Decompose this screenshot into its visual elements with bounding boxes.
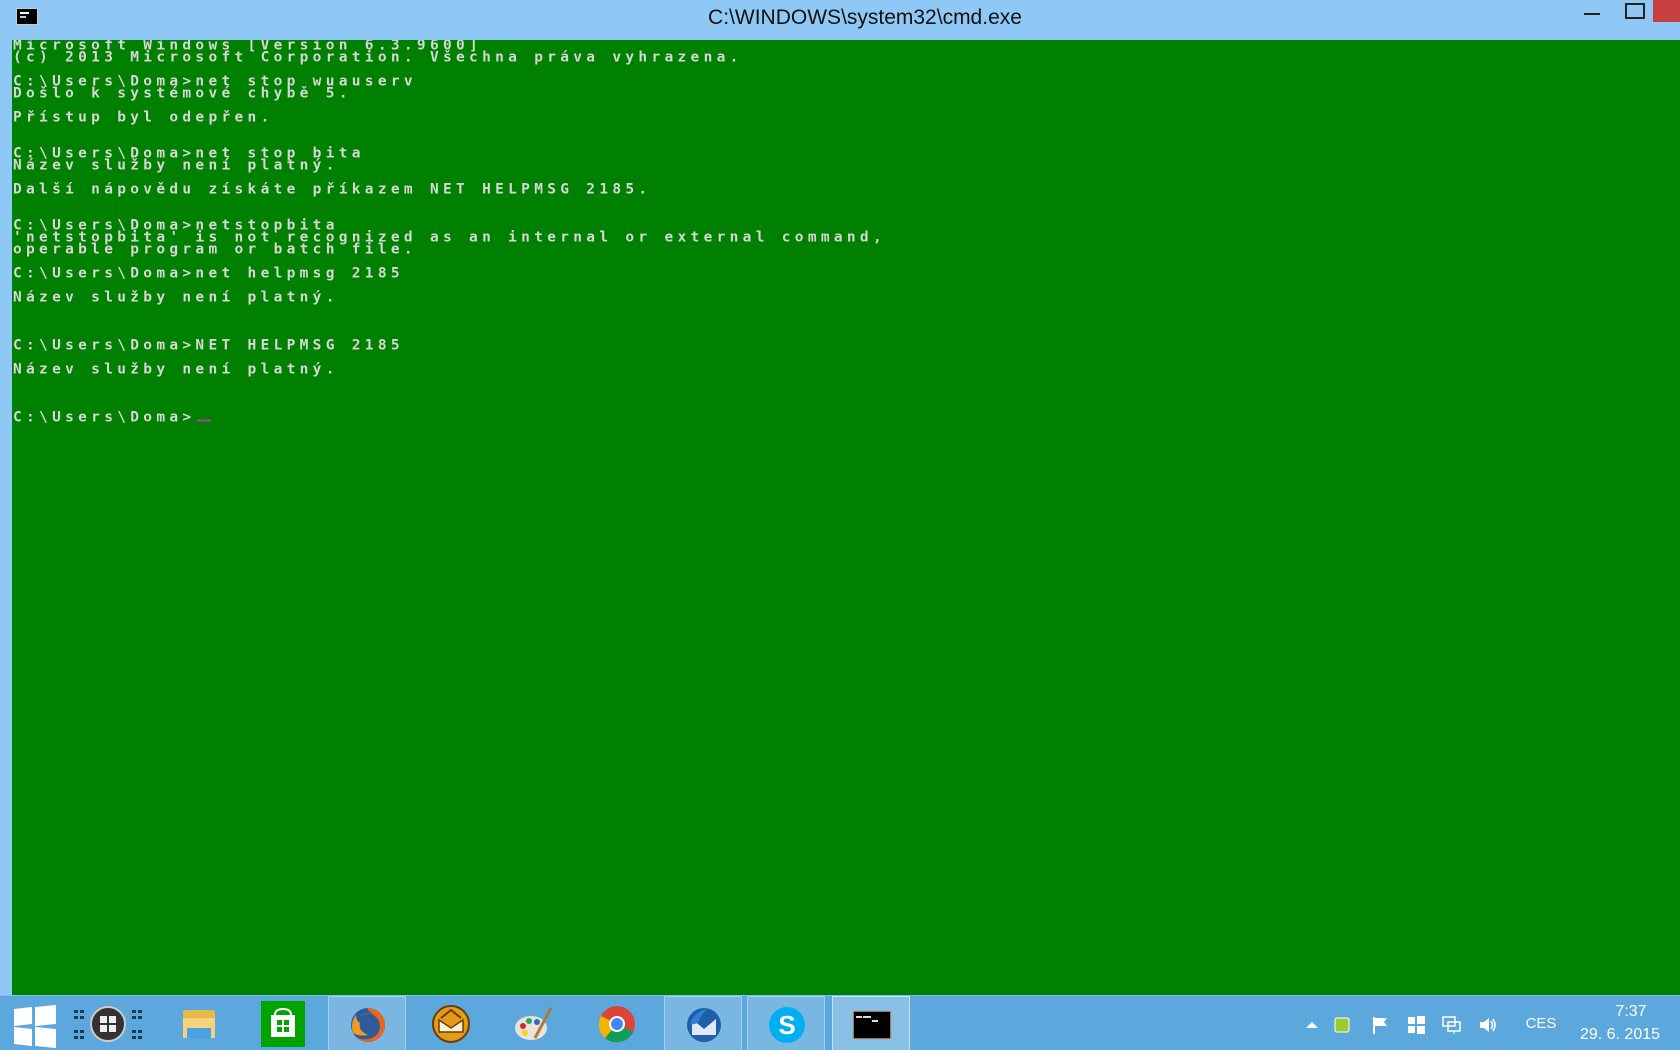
console-line: Došlo k systémové chybě 5. <box>13 86 352 102</box>
console-line: C:\Users\Doma>NET HELPMSG 2185 <box>13 338 404 354</box>
console-line: Další nápovědu získáte příkazem NET HELP… <box>13 182 652 198</box>
taskbar-paint[interactable] <box>494 996 572 1050</box>
network-icon[interactable] <box>1442 1016 1462 1034</box>
windows-update-icon[interactable] <box>1406 1016 1426 1034</box>
svg-text:S: S <box>778 1010 795 1040</box>
task-view-icon <box>74 1006 142 1042</box>
taskbar-skype[interactable]: S <box>747 996 825 1050</box>
taskbar-firefox[interactable] <box>328 996 406 1050</box>
console-line: Název služby není platný. <box>13 290 339 306</box>
taskbar-store[interactable] <box>243 996 305 1050</box>
start-button[interactable] <box>14 1004 56 1049</box>
action-center-flag-icon[interactable] <box>1371 1016 1391 1034</box>
title-bar[interactable]: C:\WINDOWS\system32\cmd.exe <box>0 0 1680 40</box>
taskbar-file-explorer[interactable] <box>160 996 238 1050</box>
clock-date: 29. 6. 2015 <box>1579 1026 1661 1043</box>
tray-sync-icon[interactable] <box>1333 1016 1353 1034</box>
taskbar-thunderbird[interactable] <box>664 996 742 1050</box>
taskbar-chrome[interactable] <box>578 996 656 1050</box>
folder-icon <box>183 1010 215 1038</box>
console-line: operable program or batch file. <box>13 242 417 258</box>
console-line: C:\Users\Doma>net helpmsg 2185 <box>13 266 404 282</box>
console-line: C:\Users\Doma> <box>13 411 886 425</box>
taskbar-mail[interactable] <box>412 996 490 1050</box>
mail-icon <box>432 1005 470 1043</box>
cmd-icon <box>852 1010 892 1040</box>
input-language-indicator[interactable]: CES <box>1521 996 1561 1050</box>
text-cursor <box>197 419 212 422</box>
console-line: Název služby není platný. <box>13 158 339 174</box>
window-title: C:\WINDOWS\system32\cmd.exe <box>708 6 1022 29</box>
clock-time: 7:37 <box>1615 1003 1647 1020</box>
tray-overflow-icon[interactable] <box>1302 1016 1322 1034</box>
volume-icon[interactable] <box>1478 1016 1498 1034</box>
chrome-icon <box>598 1006 635 1043</box>
system-clock[interactable]: 7:37 29. 6. 2015 <box>1565 1000 1675 1046</box>
taskbar-cmd[interactable] <box>832 996 910 1050</box>
skype-icon: S <box>769 1007 805 1043</box>
taskbar: S CES 7:37 29. 6. 2015 <box>0 995 1680 1050</box>
store-icon <box>261 1001 305 1047</box>
paint-icon <box>515 1007 553 1040</box>
console-line: Přístup byl odepřen. <box>13 110 274 126</box>
console-output-area[interactable]: Microsoft Windows [Version 6.3.9600] (c) … <box>12 40 1680 995</box>
maximize-button[interactable] <box>1612 0 1656 24</box>
console-line: (c) 2013 Microsoft Corporation. Všechna … <box>13 50 743 66</box>
close-button[interactable] <box>1653 0 1680 22</box>
firefox-icon <box>351 1008 385 1042</box>
minimize-button[interactable] <box>1570 0 1612 24</box>
console-line: Název služby není platný. <box>13 362 339 378</box>
thunderbird-icon <box>687 1008 721 1042</box>
console-text: Microsoft Windows [Version 6.3.9600] (c) … <box>13 40 886 425</box>
taskbar-task-view[interactable] <box>66 996 148 1050</box>
